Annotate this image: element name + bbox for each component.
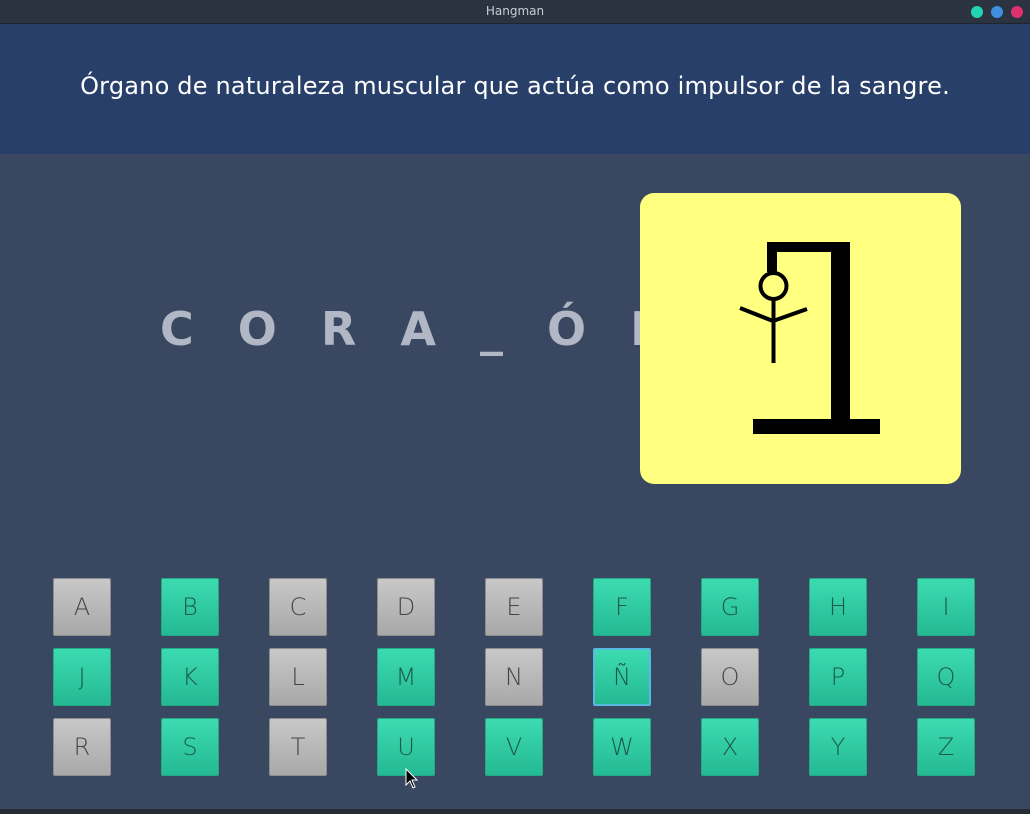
letter-key-s[interactable]: S — [161, 718, 219, 776]
gallows-beam — [767, 242, 847, 252]
minimize-button[interactable] — [971, 6, 983, 18]
gallows-base — [753, 419, 880, 434]
gallows-rope — [767, 242, 777, 272]
letter-key-j[interactable]: J — [53, 648, 111, 706]
title-bar: Hangman — [0, 0, 1030, 24]
hangman-left-arm — [739, 306, 774, 323]
letter-key-r[interactable]: R — [53, 718, 111, 776]
letter-key-g[interactable]: G — [701, 578, 759, 636]
letter-key-c[interactable]: C — [269, 578, 327, 636]
letter-key-t[interactable]: T — [269, 718, 327, 776]
letter-key-h[interactable]: H — [809, 578, 867, 636]
letter-key-y[interactable]: Y — [809, 718, 867, 776]
clue-text: Órgano de naturaleza muscular que actúa … — [80, 72, 950, 100]
letter-key-o[interactable]: O — [701, 648, 759, 706]
letter-key-q[interactable]: Q — [917, 648, 975, 706]
hangman-right-arm — [772, 307, 808, 323]
hangman-head — [758, 271, 789, 301]
letter-key-p[interactable]: P — [809, 648, 867, 706]
gallows-pole — [831, 242, 850, 422]
letter-key-a[interactable]: A — [53, 578, 111, 636]
letter-key-m[interactable]: M — [377, 648, 435, 706]
mouse-cursor-icon — [405, 768, 419, 789]
letter-key-z[interactable]: Z — [917, 718, 975, 776]
letter-key-l[interactable]: L — [269, 648, 327, 706]
letter-key-f[interactable]: F — [593, 578, 651, 636]
bottom-edge — [0, 809, 1030, 814]
letter-key-k[interactable]: K — [161, 648, 219, 706]
letter-key-i[interactable]: I — [917, 578, 975, 636]
letter-key-v[interactable]: V — [485, 718, 543, 776]
clue-header: Órgano de naturaleza muscular que actúa … — [0, 24, 1030, 154]
letter-key-n[interactable]: N — [485, 648, 543, 706]
letter-key-x[interactable]: X — [701, 718, 759, 776]
word-display: C O R A _ Ó N — [160, 302, 683, 356]
letter-key-e[interactable]: E — [485, 578, 543, 636]
close-button[interactable] — [1011, 6, 1023, 18]
window-title: Hangman — [485, 4, 545, 18]
maximize-button[interactable] — [991, 6, 1003, 18]
hangman-drawing — [640, 193, 961, 484]
letter-key-ñ[interactable]: Ñ — [593, 648, 651, 706]
letter-key-d[interactable]: D — [377, 578, 435, 636]
letter-key-w[interactable]: W — [593, 718, 651, 776]
letter-key-b[interactable]: B — [161, 578, 219, 636]
